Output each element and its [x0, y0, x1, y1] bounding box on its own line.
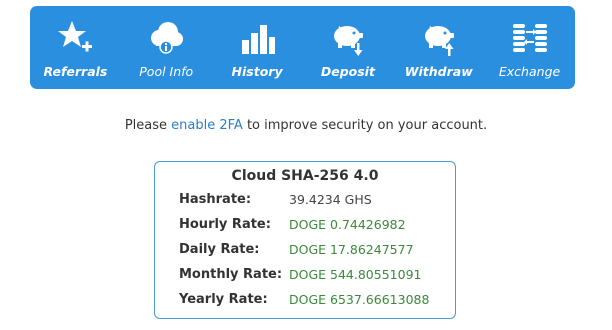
- monthly-rate-row: Monthly Rate: DOGE 544.80551091: [155, 262, 455, 287]
- yearly-rate-label: Yearly Rate:: [179, 292, 268, 307]
- daily-rate-label: Daily Rate:: [179, 242, 260, 257]
- main-nav: Referrals Pool Info History Deposit With…: [30, 6, 575, 89]
- mining-contract-card: Cloud SHA-256 4.0 Hashrate: 39.4234 GHS …: [154, 161, 456, 319]
- coin-stacks-exchange-icon: [512, 24, 547, 52]
- hourly-rate-label: Hourly Rate:: [179, 217, 271, 232]
- daily-rate-row: Daily Rate: DOGE 17.86247577: [155, 237, 455, 262]
- nav-label-withdraw: Withdraw: [404, 64, 473, 79]
- nav-label-exchange: Exchange: [498, 64, 561, 79]
- yearly-rate-value: DOGE 6537.66613088: [289, 292, 430, 307]
- security-notice: Please enable 2FA to improve security on…: [0, 118, 612, 133]
- nav-label-referrals: Referrals: [43, 64, 108, 79]
- nav-label-pool-info: Pool Info: [139, 64, 194, 79]
- piggy-bank-deposit-icon: [333, 26, 363, 56]
- bar-chart-icon: [242, 25, 276, 54]
- star-plus-icon: [58, 21, 93, 52]
- hourly-rate-row: Hourly Rate: DOGE 0.74426982: [155, 212, 455, 237]
- yearly-rate-row: Yearly Rate: DOGE 6537.66613088: [155, 287, 455, 312]
- piggy-bank-withdraw-icon: [424, 26, 454, 56]
- rate-list: Hashrate: 39.4234 GHS Hourly Rate: DOGE …: [155, 187, 455, 312]
- nav-item-exchange[interactable]: Exchange: [484, 6, 575, 89]
- daily-rate-value: DOGE 17.86247577: [289, 242, 414, 257]
- nav-item-deposit[interactable]: Deposit: [302, 6, 393, 89]
- nav-item-referrals[interactable]: Referrals: [30, 6, 121, 89]
- notice-text-after: to improve security on your account.: [246, 118, 488, 133]
- contract-title: Cloud SHA-256 4.0: [231, 168, 379, 184]
- enable-2fa-link[interactable]: enable 2FA: [171, 118, 243, 133]
- monthly-rate-value: DOGE 544.80551091: [289, 267, 422, 282]
- hashrate-label: Hashrate:: [179, 192, 252, 207]
- nav-item-withdraw[interactable]: Withdraw: [393, 6, 484, 89]
- nav-label-history: History: [231, 64, 283, 79]
- nav-item-pool-info[interactable]: Pool Info: [121, 6, 212, 89]
- cloud-info-icon: [151, 22, 184, 54]
- monthly-rate-label: Monthly Rate:: [179, 267, 283, 282]
- nav-label-deposit: Deposit: [320, 64, 375, 79]
- hourly-rate-value: DOGE 0.74426982: [289, 217, 406, 232]
- notice-text-before: Please: [124, 118, 168, 133]
- hashrate-value: 39.4234 GHS: [289, 192, 372, 207]
- nav-item-history[interactable]: History: [212, 6, 303, 89]
- hashrate-row: Hashrate: 39.4234 GHS: [155, 187, 455, 212]
